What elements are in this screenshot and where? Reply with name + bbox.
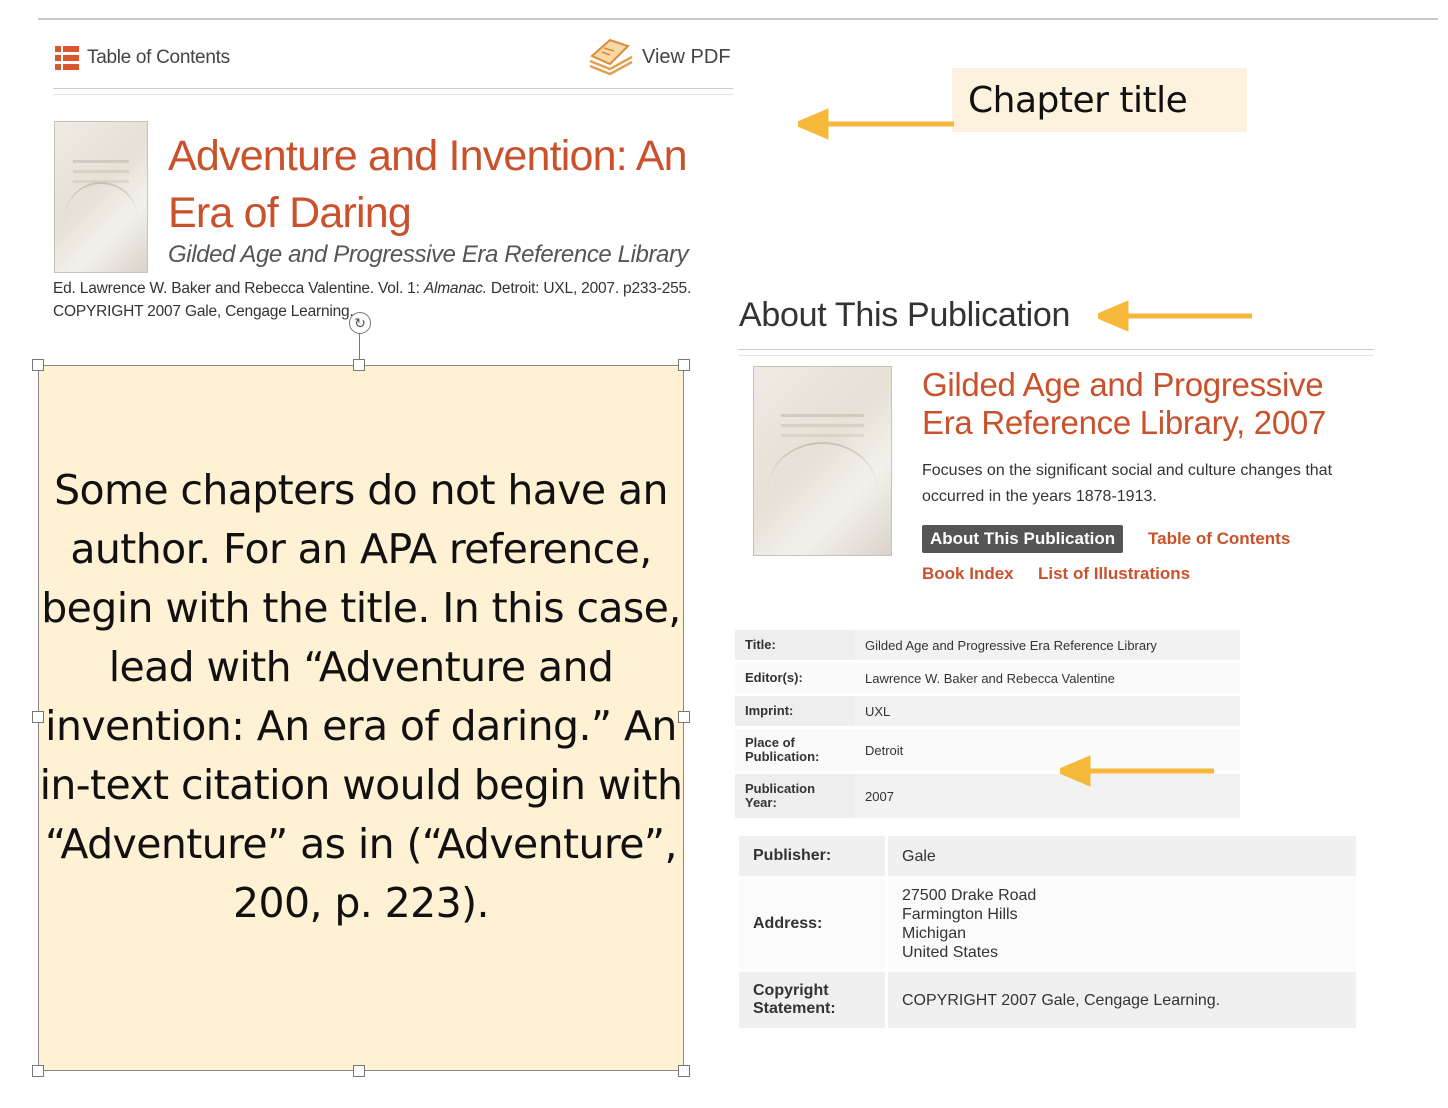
publication-description: Focuses on the significant social and cu… [922,462,1333,505]
table-row: Address: 27500 Drake Road Farmington Hil… [739,879,1356,969]
rotate-icon[interactable]: ↻ [349,312,371,334]
chapter-title-callout: Chapter title [952,68,1247,132]
details-label: Editor(s): [735,663,855,693]
table-row: Publisher: Gale [739,836,1356,876]
resize-handle-bottom-left[interactable] [32,1065,44,1077]
arrow-left-icon [798,108,954,140]
citation-line: Ed. Lawrence W. Baker and Rebecca Valent… [53,280,692,297]
details-label: Title: [735,630,855,660]
list-icon [55,46,79,70]
details-value: Lawrence W. Baker and Rebecca Valentine [855,663,1240,693]
copyright-label: Copyright Statement: [739,972,888,1028]
book-index-link[interactable]: Book Index [922,564,1014,584]
address-value: 27500 Drake Road Farmington Hills Michig… [888,879,1356,969]
copyright-line: COPYRIGHT 2007 Gale, Cengage Learning. [53,303,354,320]
details-table: Title: Gilded Age and Progressive Era Re… [735,627,1240,821]
pdf-book-icon [589,38,633,76]
list-of-illustrations-link[interactable]: List of Illustrations [1038,564,1190,584]
view-pdf-link[interactable]: View PDF [588,38,731,76]
note-textbox[interactable]: Some chapters do not have an author. For… [38,365,684,1071]
toc-link[interactable]: Table of Contents [55,44,230,72]
publication-cover [753,366,892,556]
resize-handle-top-left[interactable] [32,359,44,371]
details-value: UXL [855,696,1240,726]
toc-link-label: Table of Contents [87,47,230,68]
resize-handle-bottom[interactable] [353,1065,365,1077]
resize-handle-top-right[interactable] [678,359,690,371]
publisher-value: Gale [888,836,1356,876]
resize-handle-left[interactable] [32,711,44,723]
header-divider [53,88,733,95]
publication-title: Gilded Age and Progressive Era Reference… [922,366,1327,441]
about-publication-button[interactable]: About This Publication [922,525,1124,553]
resize-handle-bottom-right[interactable] [678,1065,690,1077]
resize-handle-top[interactable] [353,359,365,371]
copyright-value: COPYRIGHT 2007 Gale, Cengage Learning. [888,972,1356,1028]
publisher-label: Publisher: [739,836,888,876]
details-value: Gilded Age and Progressive Era Reference… [855,630,1240,660]
table-row: Imprint: UXL [735,696,1240,726]
top-divider [38,18,1438,20]
details-label: Imprint: [735,696,855,726]
citation-block: Ed. Lawrence W. Baker and Rebecca Valent… [53,277,713,323]
resize-handle-right[interactable] [678,711,690,723]
book-cover-thumbnail [54,121,148,273]
table-row: Copyright Statement: COPYRIGHT 2007 Gale… [739,972,1356,1028]
callout-text: Chapter title [968,80,1188,121]
details-label: Publication Year: [735,774,855,818]
view-pdf-label: View PDF [642,45,731,68]
table-row: Editor(s): Lawrence W. Baker and Rebecca… [735,663,1240,693]
chapter-title: Adventure and Invention: An Era of Darin… [168,132,688,237]
table-row: Title: Gilded Age and Progressive Era Re… [735,630,1240,660]
publisher-table: Publisher: Gale Address: 27500 Drake Roa… [739,833,1356,1031]
address-label: Address: [739,879,888,969]
details-label: Place of Publication: [735,729,855,771]
table-of-contents-link[interactable]: Table of Contents [1148,529,1290,549]
note-text: Some chapters do not have an author. For… [39,466,683,927]
arrow-left-icon [1098,300,1252,332]
series-title: Gilded Age and Progressive Era Reference… [168,241,689,268]
about-divider [738,349,1374,356]
arrow-left-icon [1060,755,1214,787]
about-heading: About This Publication [739,296,1071,334]
